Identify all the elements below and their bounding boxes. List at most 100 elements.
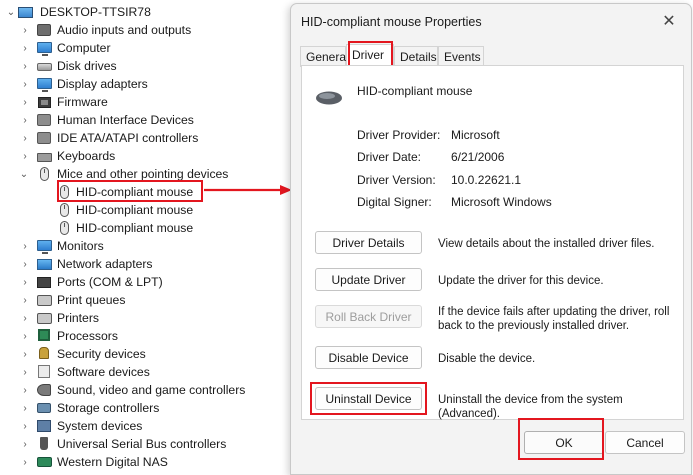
system-device-icon xyxy=(36,419,52,433)
tree-item-label: System devices xyxy=(57,419,143,433)
chevron-right-icon[interactable]: › xyxy=(20,345,30,363)
disable-device-button[interactable]: Disable Device xyxy=(315,346,422,369)
highlight-box-driver-tab xyxy=(348,41,393,67)
sound-icon xyxy=(36,383,52,397)
digital-signer-value: Microsoft Windows xyxy=(451,195,552,209)
dialog-title: HID-compliant mouse Properties xyxy=(301,15,482,29)
tree-item-label: Monitors xyxy=(57,239,104,253)
chevron-right-icon[interactable]: › xyxy=(20,129,30,147)
monitor-icon xyxy=(36,40,52,56)
mouse-icon xyxy=(56,221,72,235)
cancel-button[interactable]: Cancel xyxy=(605,431,685,454)
highlight-box-uninstall xyxy=(310,382,427,415)
chevron-right-icon[interactable]: › xyxy=(20,291,30,309)
close-icon[interactable]: ✕ xyxy=(659,11,679,31)
chevron-right-icon[interactable]: › xyxy=(20,327,30,345)
tree-item-label: Print queues xyxy=(57,293,126,307)
mouse-icon xyxy=(36,167,52,181)
chevron-right-icon[interactable]: › xyxy=(20,21,30,39)
roll-back-driver-button[interactable]: Roll Back Driver xyxy=(315,305,422,328)
software-device-icon xyxy=(36,364,52,378)
chevron-right-icon[interactable]: › xyxy=(20,147,30,165)
port-icon xyxy=(36,275,52,289)
driver-date-value: 6/21/2006 xyxy=(451,150,505,164)
driver-date-label: Driver Date: xyxy=(357,150,422,164)
chevron-right-icon[interactable]: › xyxy=(20,237,30,255)
update-driver-desc: Update the driver for this device. xyxy=(438,275,604,287)
speaker-icon xyxy=(36,23,52,37)
tab-general[interactable]: General xyxy=(300,46,349,67)
device-name: HID-compliant mouse xyxy=(357,84,473,98)
printer-icon xyxy=(36,293,52,307)
tree-item-label: Storage controllers xyxy=(57,401,160,415)
disk-drive-icon xyxy=(36,60,52,74)
device-manager-tree: ⌄ DESKTOP-TTSIR78 › Audio inputs and out… xyxy=(0,0,290,475)
chevron-right-icon[interactable]: › xyxy=(20,453,30,471)
tree-item-label: Universal Serial Bus controllers xyxy=(57,437,227,451)
ide-controller-icon xyxy=(36,131,52,145)
mouse-icon xyxy=(56,203,72,217)
tree-item-label: Software devices xyxy=(57,365,150,379)
tree-item-label: Ports (COM & LPT) xyxy=(57,275,163,289)
tree-item-label: Processors xyxy=(57,329,118,343)
chevron-down-icon[interactable]: ⌄ xyxy=(6,3,16,21)
tree-item-label: Security devices xyxy=(57,347,146,361)
chevron-right-icon[interactable]: › xyxy=(20,273,30,291)
driver-provider-value: Microsoft xyxy=(451,128,500,142)
chevron-right-icon[interactable]: › xyxy=(20,417,30,435)
monitor-icon xyxy=(36,238,52,254)
disable-device-desc: Disable the device. xyxy=(438,353,536,365)
printer-icon xyxy=(36,311,52,325)
digital-signer-label: Digital Signer: xyxy=(357,195,432,209)
roll-back-driver-desc: If the device fails after updating the d… xyxy=(438,306,670,332)
update-driver-button[interactable]: Update Driver xyxy=(315,268,422,291)
tree-item-label: Human Interface Devices xyxy=(57,113,194,127)
chevron-right-icon[interactable]: › xyxy=(20,255,30,273)
mouse-device-icon xyxy=(316,91,342,105)
driver-details-button[interactable]: Driver Details xyxy=(315,231,422,254)
chip-icon xyxy=(36,95,52,109)
red-arrow xyxy=(204,185,292,195)
keyboard-icon xyxy=(36,150,52,164)
chevron-right-icon[interactable]: › xyxy=(20,39,30,57)
tab-events[interactable]: Events xyxy=(438,46,484,67)
chevron-right-icon[interactable]: › xyxy=(20,309,30,327)
hid-icon xyxy=(36,113,52,127)
storage-controller-icon xyxy=(36,401,52,415)
highlight-box-selected-mouse xyxy=(57,180,203,202)
chevron-right-icon[interactable]: › xyxy=(20,399,30,417)
network-adapter-icon xyxy=(36,257,52,271)
key-icon xyxy=(36,346,52,360)
driver-details-desc: View details about the installed driver … xyxy=(438,238,655,250)
nas-icon xyxy=(36,455,52,469)
tree-item-label: Disk drives xyxy=(57,59,117,73)
tree-item-label: Keyboards xyxy=(57,149,116,163)
processor-icon xyxy=(36,328,52,342)
tree-item-label: IDE ATA/ATAPI controllers xyxy=(57,131,199,145)
computer-icon xyxy=(17,5,33,19)
tree-item-label: Display adapters xyxy=(57,77,148,91)
highlight-box-ok xyxy=(518,418,604,460)
usb-icon xyxy=(36,436,52,450)
tab-details[interactable]: Details xyxy=(394,46,438,67)
chevron-right-icon[interactable]: › xyxy=(20,381,30,399)
tree-root-label: DESKTOP-TTSIR78 xyxy=(40,5,151,19)
chevron-right-icon[interactable]: › xyxy=(20,75,30,93)
tree-item-label: Computer xyxy=(57,41,111,55)
driver-panel: HID-compliant mouse Driver Provider: Mic… xyxy=(301,65,684,420)
tree-item-label: Sound, video and game controllers xyxy=(57,383,246,397)
chevron-right-icon[interactable]: › xyxy=(20,363,30,381)
chevron-right-icon[interactable]: › xyxy=(20,93,30,111)
chevron-right-icon[interactable]: › xyxy=(20,111,30,129)
chevron-right-icon[interactable]: › xyxy=(20,435,30,453)
properties-dialog: HID-compliant mouse Properties ✕ General… xyxy=(290,3,692,475)
driver-provider-label: Driver Provider: xyxy=(357,128,441,142)
driver-version-value: 10.0.22621.1 xyxy=(451,173,522,187)
chevron-down-icon[interactable]: ⌄ xyxy=(19,165,29,183)
driver-version-label: Driver Version: xyxy=(357,173,436,187)
tree-item-label: Network adapters xyxy=(57,257,153,271)
uninstall-device-desc: Uninstall the device from the system (Ad… xyxy=(438,394,623,420)
chevron-right-icon[interactable]: › xyxy=(20,57,30,75)
tree-item-label: Firmware xyxy=(57,95,108,109)
display-adapter-icon xyxy=(36,76,52,92)
